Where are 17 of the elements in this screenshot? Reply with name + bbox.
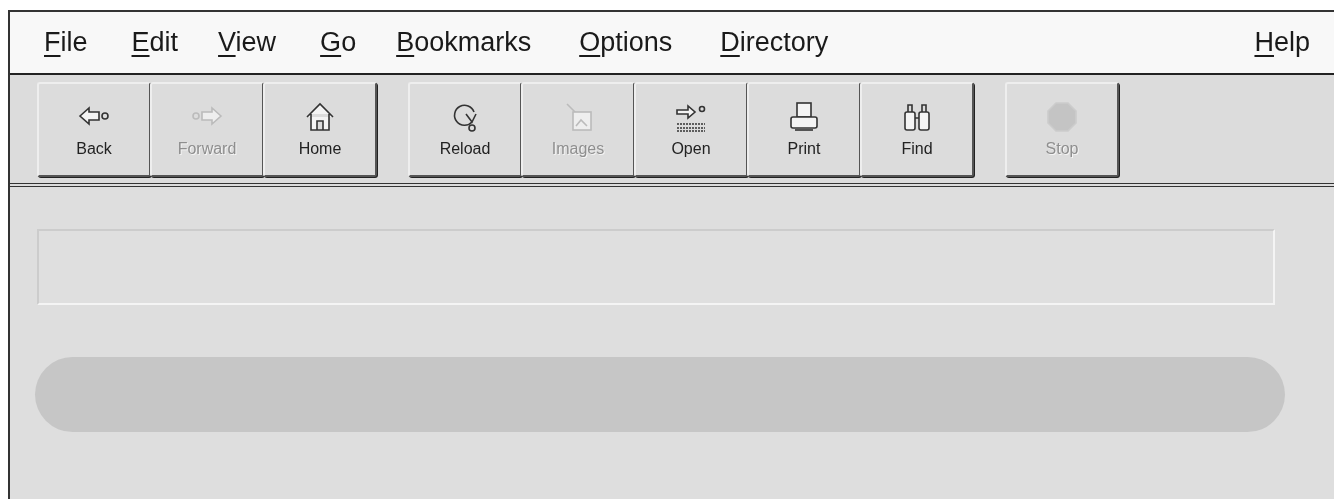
- menu-item[interactable]: Options: [579, 27, 673, 58]
- toolbar-button[interactable]: Back: [37, 81, 151, 177]
- menu-item[interactable]: File: [44, 27, 88, 58]
- menu-item[interactable]: Help: [1254, 27, 1310, 58]
- stop-sign-icon: [1045, 100, 1079, 134]
- menu-item[interactable]: Go: [320, 27, 357, 58]
- input-field[interactable]: [37, 229, 1275, 305]
- toolbar-button[interactable]: Find: [860, 81, 974, 177]
- toolbar-button[interactable]: Reload: [408, 81, 522, 177]
- menu-item[interactable]: View: [218, 27, 277, 58]
- menu-item[interactable]: Edit: [131, 27, 179, 58]
- printer-icon: [787, 100, 821, 134]
- toolbar-button[interactable]: Home: [263, 81, 377, 177]
- toolbar-button[interactable]: Print: [747, 81, 861, 177]
- menu-item[interactable]: Directory: [720, 27, 829, 58]
- menu-item[interactable]: Bookmarks: [396, 27, 532, 58]
- toolbar-button[interactable]: Open: [634, 81, 748, 177]
